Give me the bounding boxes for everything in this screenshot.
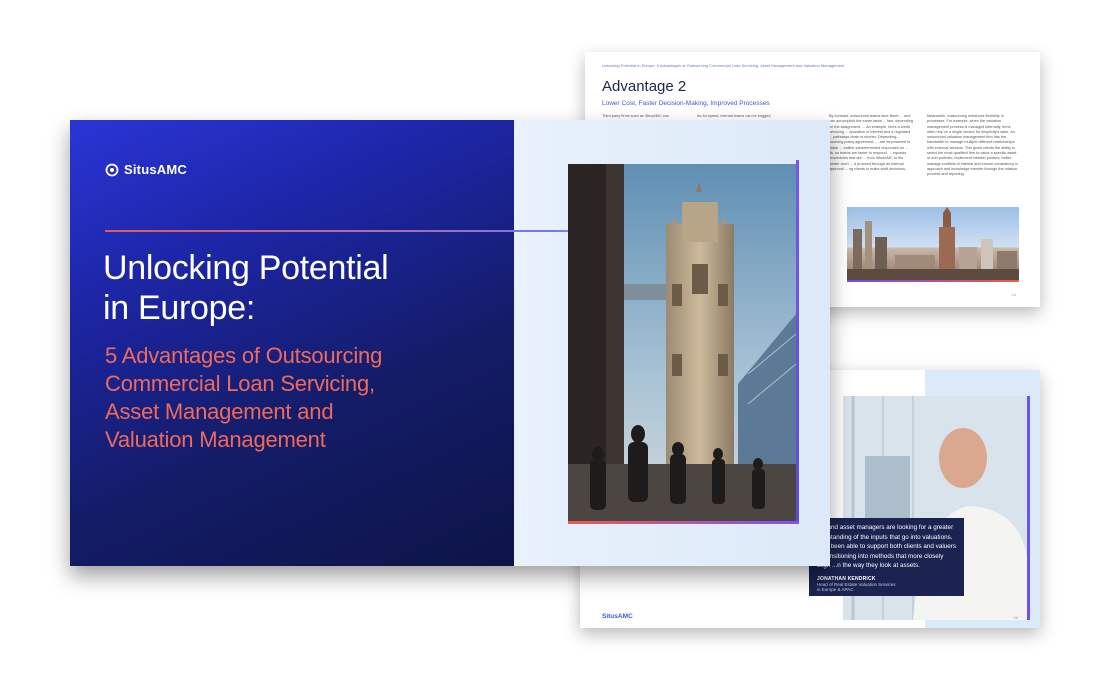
city-skyline-photo — [847, 207, 1019, 280]
text-column-4: Meanwhile, outsourcing enhances flexibil… — [927, 114, 1019, 177]
cover-page: SitusAMC Unlocking Potential in Europe: … — [70, 120, 830, 566]
quote-text: ...d and asset managers are looking for … — [817, 524, 956, 569]
text-column-3: By contrast, outsourced teams face fewer… — [829, 114, 913, 171]
cover-subtitle-line-4: Valuation Management — [105, 427, 326, 452]
photo-accent-edge — [1027, 396, 1030, 620]
quote-box: ...d and asset managers are looking for … — [809, 518, 964, 596]
cover-title: Unlocking Potential in Europe: — [103, 248, 503, 328]
photo-accent-edge — [796, 160, 799, 524]
photo-accent-bar — [847, 280, 1019, 282]
text-column-1: Third-party firms such as SitusAMC can — [602, 114, 669, 118]
cover-title-line-2: in Europe: — [103, 289, 255, 327]
brand-logo: SitusAMC — [105, 162, 187, 177]
cover-subtitle: 5 Advantages of Outsourcing Commercial L… — [105, 342, 505, 454]
page-number: 04 — [1011, 292, 1016, 297]
breadcrumb: Unlocking Potential in Europe: 5 Advanta… — [602, 63, 845, 68]
page-number: 06 — [1013, 615, 1018, 620]
footer-logo: SitusAMC — [602, 613, 633, 620]
cover-subtitle-line-2: Commercial Loan Servicing, — [105, 371, 375, 396]
page-subtitle: Lower Cost, Faster Decision-Making, Impr… — [602, 100, 770, 107]
cover-subtitle-line-3: Asset Management and — [105, 399, 334, 424]
cover-subtitle-line-1: 5 Advantages of Outsourcing — [105, 343, 383, 368]
quote-author-region: in Europe & APAC — [817, 587, 854, 593]
cover-title-line-1: Unlocking Potential — [103, 249, 389, 287]
page-title: Advantage 2 — [602, 78, 687, 95]
photo-accent-bar — [568, 521, 799, 524]
situsamc-logo-icon — [105, 163, 119, 177]
tower-bridge-photo — [568, 164, 796, 521]
brand-name: SitusAMC — [124, 162, 187, 177]
text-column-2: As for speed, internal teams can be bogg… — [697, 114, 771, 118]
